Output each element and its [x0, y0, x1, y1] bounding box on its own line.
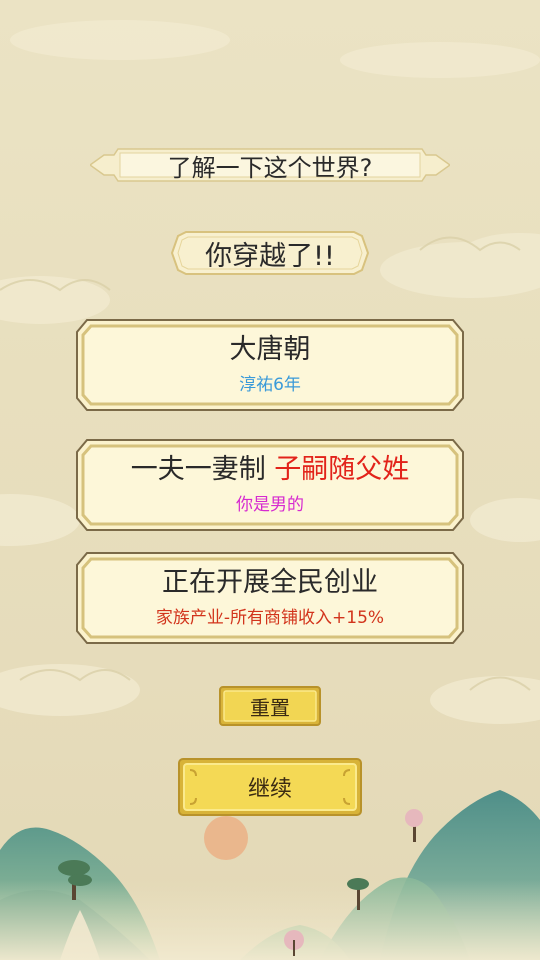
gender-text: 你是男的 — [236, 495, 304, 515]
dynasty-year: 淳祐6年 — [239, 375, 301, 395]
surname-rule-text: 子嗣随父姓 — [274, 454, 410, 485]
dynasty-card: 大唐朝 淳祐6年 — [75, 318, 465, 412]
question-banner: 了解一下这个世界? — [90, 146, 450, 184]
game-screen: 了解一下这个世界? 你穿越了!! 大唐朝 淳祐6年 一夫一妻制 子嗣随父姓 你是… — [0, 0, 540, 960]
reset-button-label: 重置 — [250, 695, 290, 720]
continue-button-label: 继续 — [247, 777, 292, 802]
continue-button[interactable]: 继续 — [178, 758, 362, 816]
sun — [204, 816, 248, 860]
marriage-card: 一夫一妻制 子嗣随父姓 你是男的 — [75, 438, 465, 532]
entrepreneurship-card: 正在开展全民创业 家族产业-所有商铺收入+15% — [75, 551, 465, 645]
entrepreneurship-title: 正在开展全民创业 — [162, 567, 378, 598]
marriage-title: 一夫一妻制 子嗣随父姓 — [131, 453, 410, 487]
question-banner-text: 了解一下这个世界? — [167, 153, 373, 182]
dynasty-title: 大唐朝 — [229, 334, 311, 365]
marriage-system-text: 一夫一妻制 — [130, 454, 266, 485]
time-travel-banner: 你穿越了!! — [164, 230, 376, 276]
industry-bonus-text: 家族产业-所有商铺收入+15% — [155, 608, 385, 628]
reset-button[interactable]: 重置 — [219, 686, 321, 726]
time-travel-banner-text: 你穿越了!! — [205, 240, 335, 272]
